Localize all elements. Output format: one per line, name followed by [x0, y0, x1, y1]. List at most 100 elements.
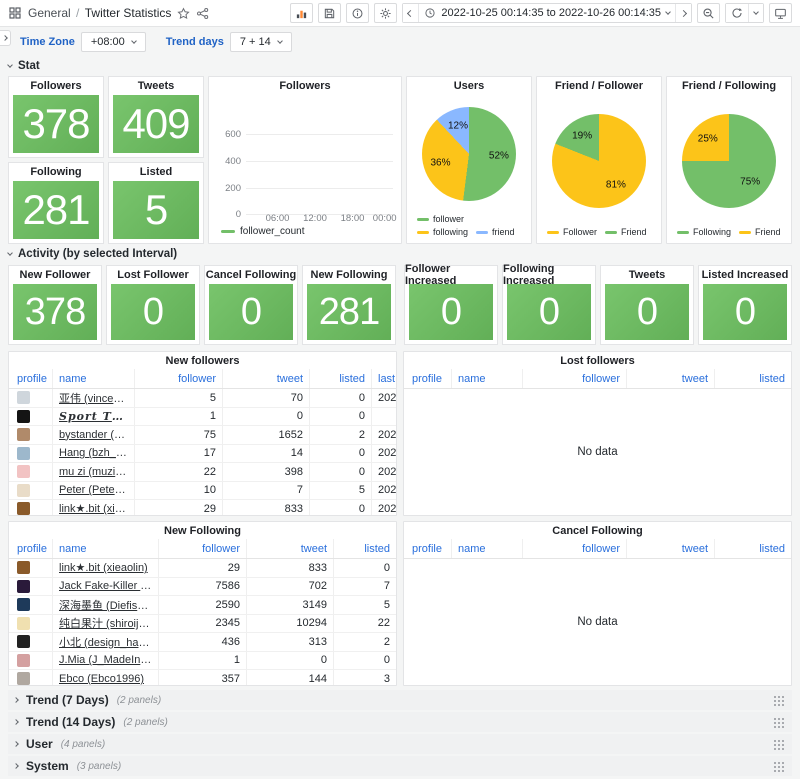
legend-swatch	[547, 231, 559, 234]
pie-slice-label: 52%	[489, 150, 509, 161]
row-toggle-stat[interactable]: Stat	[8, 57, 792, 74]
profile-link[interactable]: Jack Fake-Killer (Phish..	[59, 580, 152, 592]
column-header[interactable]: follower	[159, 539, 247, 558]
dashboard-row-toggle[interactable]: Trend (7 Days) (2 panels)	[8, 690, 792, 710]
profile-link[interactable]: 纯白果汁 (shiroijusu)	[59, 615, 152, 631]
profile-link[interactable]: 亚伟 (vincentxu1318)	[59, 390, 128, 406]
time-range-picker[interactable]: 2022-10-25 00:14:35 to 2022-10-26 00:14:…	[418, 4, 675, 22]
pie-slice-label: 81%	[606, 180, 626, 191]
legend-label: Friend	[621, 227, 647, 237]
table-row: 小北 (design_hacking) 436 313 2	[9, 633, 396, 652]
sidebar-expand-tab[interactable]	[0, 30, 11, 46]
profile-link[interactable]: mu zi (muzi930409..	[59, 466, 128, 478]
column-header[interactable]: follower	[523, 369, 627, 388]
pie-slice-label: 19%	[572, 130, 592, 141]
refresh-button[interactable]	[726, 4, 748, 22]
table-row: 亚伟 (vincentxu1318) 5 70 0 202	[9, 389, 396, 408]
timezone-variable-label[interactable]: Time Zone	[14, 33, 81, 51]
breadcrumb[interactable]: General / Twitter Statistics	[28, 6, 171, 20]
legend-swatch	[476, 231, 488, 234]
avatar	[17, 598, 30, 611]
stat-panel: Tweets 409	[108, 76, 204, 158]
profile-link[interactable]: Ebco (Ebco1996)	[59, 673, 144, 685]
legend-label[interactable]: follower_count	[240, 226, 304, 237]
breadcrumb-folder[interactable]: General	[28, 6, 71, 20]
column-header[interactable]: profile	[404, 539, 452, 558]
star-button[interactable]	[177, 7, 190, 20]
panel-title: Tweets	[109, 77, 203, 94]
profile-link[interactable]: link★.bit (xieaolin)	[59, 502, 128, 515]
profile-link[interactable]: Sport Tiger (..	[59, 410, 128, 423]
row-panel-count: (4 panels)	[61, 739, 105, 750]
row-drag-handle[interactable]	[773, 739, 784, 750]
avatar	[17, 391, 30, 404]
follower-count: 17	[135, 445, 223, 463]
column-header[interactable]: tweet	[627, 369, 715, 388]
follower-count: 1	[135, 408, 223, 426]
x-axis-tick: 06:00	[266, 213, 290, 224]
legend-label: Following	[693, 227, 731, 237]
tweet-count: 10294	[247, 615, 334, 633]
column-header[interactable]: listed	[310, 369, 372, 388]
trend-days-variable-dropdown[interactable]: 7 + 14	[230, 32, 292, 52]
column-header[interactable]: tweet	[247, 539, 334, 558]
column-header[interactable]: profile	[9, 539, 53, 558]
save-dashboard-button[interactable]	[318, 3, 341, 23]
row-panel-count: (2 panels)	[123, 717, 167, 728]
last-value: 202	[372, 482, 396, 500]
row-drag-handle[interactable]	[773, 695, 784, 706]
time-range-forward-button[interactable]	[675, 4, 691, 22]
share-button[interactable]	[196, 7, 209, 20]
column-header[interactable]: name	[53, 369, 135, 388]
profile-link[interactable]: Peter (Peter332167..	[59, 484, 128, 496]
column-header[interactable]: profile	[404, 369, 452, 388]
column-header[interactable]: name	[452, 539, 523, 558]
kiosk-mode-button[interactable]	[769, 3, 792, 23]
follower-count: 7586	[159, 578, 247, 596]
dashboard-row-toggle[interactable]: Trend (14 Days) (2 panels)	[8, 712, 792, 732]
zoom-out-time-button[interactable]	[697, 3, 720, 23]
column-header[interactable]: name	[452, 369, 523, 388]
chevron-right-icon	[13, 763, 19, 769]
profile-link[interactable]: bystander (bystand..	[59, 429, 128, 441]
panel-title: New followers	[9, 352, 396, 369]
row-drag-handle[interactable]	[773, 761, 784, 772]
refresh-interval-button[interactable]	[748, 4, 763, 22]
chevron-right-icon	[13, 697, 19, 703]
dashboard-settings-button[interactable]	[374, 3, 397, 23]
analytics-button[interactable]	[290, 3, 313, 23]
tweet-count: 1652	[223, 426, 310, 444]
follower-count: 1	[159, 652, 247, 670]
timezone-variable-dropdown[interactable]: +08:00	[81, 32, 146, 52]
column-header[interactable]: listed	[334, 539, 396, 558]
panel-friend-follower-pie: Friend / Follower 81%19% Follower Friend	[536, 76, 662, 244]
profile-link[interactable]: 小北 (design_hacking)	[59, 634, 152, 650]
panel-title: Lost Follower	[107, 266, 199, 283]
column-header[interactable]: name	[53, 539, 159, 558]
dashboard-row-toggle[interactable]: User (4 panels)	[8, 734, 792, 754]
column-header[interactable]: profile	[9, 369, 53, 388]
dashboard-row-toggle[interactable]: System (3 panels)	[8, 756, 792, 776]
column-header[interactable]: listed	[715, 369, 791, 388]
row-toggle-activity[interactable]: Activity (by selected Interval)	[8, 245, 792, 262]
legend-label: Follower	[563, 227, 597, 237]
collapsed-rows: Trend (7 Days) (2 panels) Trend (14 Days…	[8, 690, 792, 776]
listed-count: 0	[310, 389, 372, 407]
column-header[interactable]: follower	[523, 539, 627, 558]
column-header[interactable]: tweet	[223, 369, 310, 388]
timezone-value: +08:00	[91, 36, 125, 48]
dashboard-insights-button[interactable]	[346, 3, 369, 23]
chart-legend[interactable]: follower_count	[209, 225, 401, 243]
profile-link[interactable]: Hang (bzh_Hang)	[59, 447, 128, 459]
profile-link[interactable]: J.Mia (J_MadeInApril)	[59, 654, 152, 666]
row-drag-handle[interactable]	[773, 717, 784, 728]
column-header[interactable]: listed	[715, 539, 791, 558]
column-header[interactable]: last	[372, 369, 396, 388]
profile-link[interactable]: link★.bit (xieaolin)	[59, 561, 148, 574]
column-header[interactable]: follower	[135, 369, 223, 388]
profile-link[interactable]: 深海墨鱼 (Diefish666)	[59, 597, 152, 613]
panel-lost-followers-table: Lost followers profile name follower twe…	[403, 351, 792, 516]
column-header[interactable]: tweet	[627, 539, 715, 558]
time-range-back-button[interactable]	[403, 4, 418, 22]
trend-days-variable-label[interactable]: Trend days	[160, 33, 230, 51]
